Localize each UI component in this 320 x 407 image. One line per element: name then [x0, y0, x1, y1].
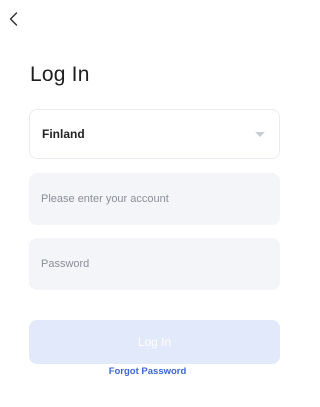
chevron-left-icon — [9, 12, 17, 26]
password-input[interactable] — [29, 238, 280, 290]
forgot-password-link[interactable]: Forgot Password — [0, 366, 295, 377]
country-select-value: Finland — [42, 127, 85, 141]
country-select[interactable]: Finland — [29, 109, 280, 159]
account-input[interactable] — [29, 173, 280, 225]
back-button[interactable] — [4, 8, 22, 30]
login-button[interactable]: Log In — [29, 320, 280, 364]
caret-down-icon — [255, 131, 265, 137]
page-title: Log In — [30, 63, 90, 86]
